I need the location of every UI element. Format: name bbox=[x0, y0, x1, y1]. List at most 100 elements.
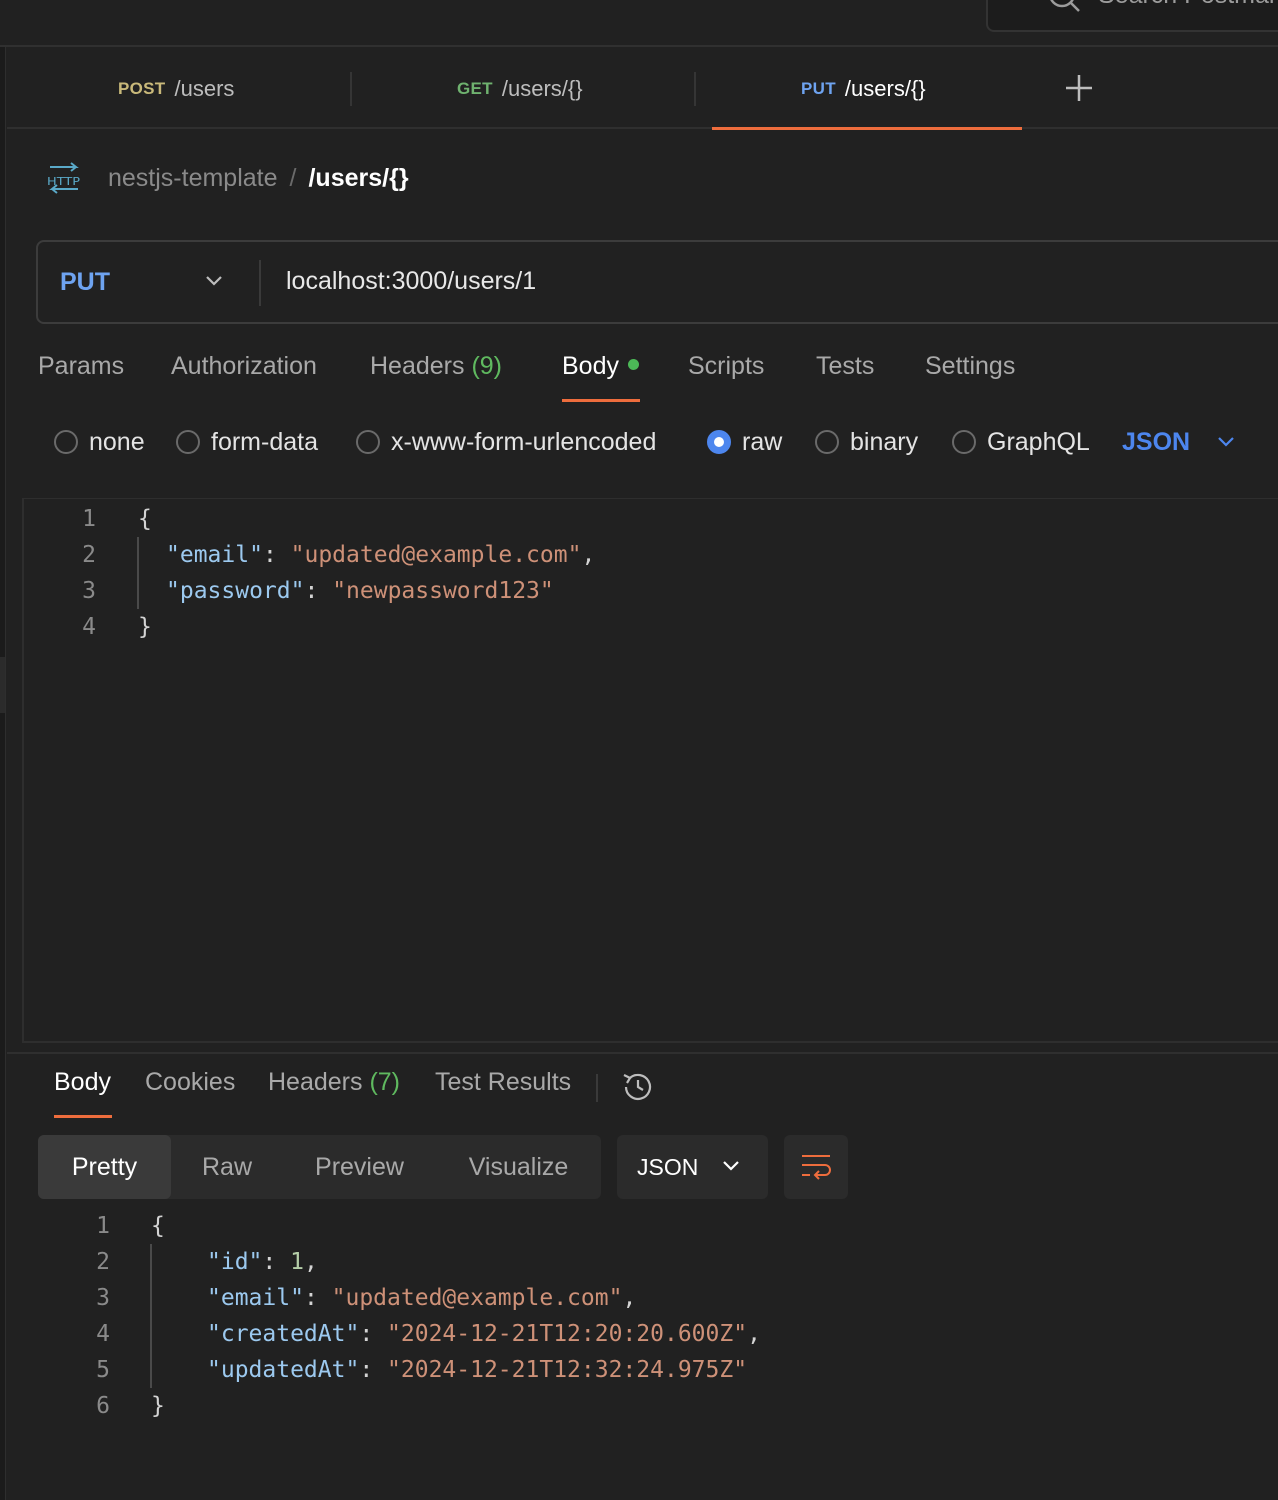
code-token: 1 bbox=[290, 1249, 304, 1275]
resp-tab-test-results[interactable]: Test Results bbox=[435, 1068, 571, 1097]
tab-settings[interactable]: Settings bbox=[925, 352, 1015, 381]
line-number: 4 bbox=[82, 614, 96, 640]
format-preview[interactable]: Preview bbox=[283, 1135, 436, 1199]
breadcrumb-current[interactable]: /users/{} bbox=[308, 164, 408, 193]
http-icon: HTTP bbox=[47, 162, 80, 194]
code-line: { bbox=[151, 1208, 165, 1244]
line-number: 1 bbox=[96, 1213, 110, 1239]
code-line: "createdAt": "2024-12-21T12:20:20.600Z", bbox=[207, 1321, 761, 1347]
url-input[interactable]: localhost:3000/users/1 bbox=[286, 267, 536, 296]
code-token: } bbox=[151, 1393, 165, 1419]
code-line: "email": "updated@example.com", bbox=[166, 542, 596, 568]
code-token: "2024-12-21T12:32:24.975Z" bbox=[387, 1357, 748, 1383]
method-label: PUT bbox=[60, 267, 110, 296]
code-token: { bbox=[151, 1213, 165, 1239]
code-token: "email" bbox=[166, 542, 263, 568]
tab-body[interactable]: Body bbox=[562, 352, 639, 381]
new-tab-plus-icon[interactable] bbox=[1062, 71, 1096, 105]
chevron-down-icon bbox=[206, 276, 222, 286]
format-raw[interactable]: Raw bbox=[171, 1135, 283, 1199]
active-tab-indicator bbox=[712, 127, 1022, 130]
tab-headers-label: Headers bbox=[370, 352, 465, 380]
code-line: { bbox=[138, 501, 152, 537]
tab-tests[interactable]: Tests bbox=[816, 352, 874, 381]
tab-params[interactable]: Params bbox=[38, 352, 124, 381]
tab-put-user[interactable]: PUT /users/{} bbox=[801, 49, 926, 129]
line-number: 5 bbox=[96, 1357, 110, 1383]
code-token: "id" bbox=[207, 1249, 263, 1275]
resp-headers-count: (7) bbox=[369, 1068, 401, 1096]
indent-guide bbox=[137, 537, 139, 609]
mode-raw[interactable]: raw bbox=[707, 424, 782, 460]
tab-post-users[interactable]: POST /users bbox=[118, 49, 234, 129]
mode-urlencoded[interactable]: x-www-form-urlencoded bbox=[356, 424, 656, 460]
code-line: } bbox=[138, 609, 152, 645]
history-icon[interactable] bbox=[620, 1069, 656, 1105]
breadcrumb-workspace[interactable]: nestjs-template bbox=[108, 164, 278, 193]
mode-form-data-label: form-data bbox=[211, 427, 318, 456]
tab-get-user[interactable]: GET /users/{} bbox=[457, 49, 583, 129]
mode-none[interactable]: none bbox=[54, 424, 145, 460]
request-body-editor[interactable]: 1 2 3 4 { "email": "updated@example.com"… bbox=[22, 498, 1278, 1043]
body-language-select[interactable]: JSON bbox=[1122, 424, 1236, 460]
line-number: 3 bbox=[96, 1285, 110, 1311]
request-tab-bar: POST /users GET /users/{} PUT /users/{} bbox=[7, 49, 1278, 130]
code-token: } bbox=[138, 614, 152, 640]
left-rail bbox=[0, 47, 6, 1500]
code-token: "email" bbox=[207, 1285, 304, 1311]
code-token: "updated@example.com" bbox=[331, 1285, 623, 1311]
chevron-down-icon bbox=[723, 1161, 739, 1171]
resp-body-indicator bbox=[54, 1115, 112, 1118]
radio-urlencoded[interactable] bbox=[356, 430, 380, 454]
response-body-viewer[interactable]: 1 2 3 4 5 6 { "id": 1, "email": "updated… bbox=[38, 1208, 1278, 1438]
tab-headers[interactable]: Headers (9) bbox=[370, 352, 502, 381]
body-tab-indicator bbox=[562, 399, 640, 402]
mode-graphql[interactable]: GraphQL bbox=[952, 424, 1090, 460]
url-divider bbox=[259, 260, 261, 306]
mode-urlencoded-label: x-www-form-urlencoded bbox=[391, 427, 657, 456]
code-token: "createdAt" bbox=[207, 1321, 360, 1347]
mode-raw-label: raw bbox=[742, 427, 783, 456]
mode-binary-label: binary bbox=[850, 427, 919, 456]
resp-tab-cookies[interactable]: Cookies bbox=[145, 1068, 235, 1097]
line-number: 3 bbox=[82, 578, 96, 604]
breadcrumb-separator: / bbox=[289, 163, 297, 192]
radio-none[interactable] bbox=[54, 430, 78, 454]
radio-graphql[interactable] bbox=[952, 430, 976, 454]
search-box[interactable]: Search Postman bbox=[986, 0, 1278, 32]
line-number: 1 bbox=[82, 506, 96, 532]
top-bar: Search Postman bbox=[0, 0, 1278, 47]
rail-handle[interactable] bbox=[0, 657, 5, 713]
code-token: "newpassword123" bbox=[332, 578, 554, 604]
code-token: { bbox=[138, 506, 152, 532]
resp-tab-separator bbox=[596, 1074, 598, 1102]
radio-form-data[interactable] bbox=[176, 430, 200, 454]
code-line: "email": "updated@example.com", bbox=[207, 1285, 637, 1311]
response-divider[interactable] bbox=[7, 1052, 1278, 1054]
code-line: "id": 1, bbox=[207, 1249, 318, 1275]
tab-separator bbox=[694, 72, 696, 106]
radio-binary[interactable] bbox=[815, 430, 839, 454]
format-pretty[interactable]: Pretty bbox=[38, 1135, 171, 1199]
tab-authorization[interactable]: Authorization bbox=[171, 352, 317, 381]
tab-body-label: Body bbox=[562, 352, 619, 380]
tab-path: /users/{} bbox=[844, 76, 926, 101]
resp-tab-headers[interactable]: Headers (7) bbox=[268, 1068, 400, 1097]
line-number: 2 bbox=[82, 542, 96, 568]
tab-scripts[interactable]: Scripts bbox=[688, 352, 764, 381]
http-icon-text: HTTP bbox=[47, 175, 80, 188]
format-visualize[interactable]: Visualize bbox=[436, 1135, 601, 1199]
resp-tab-body[interactable]: Body bbox=[54, 1068, 111, 1097]
tab-separator bbox=[350, 72, 352, 106]
resp-tab-headers-label: Headers bbox=[268, 1068, 363, 1096]
code-token: "password" bbox=[166, 578, 305, 604]
body-language-label: JSON bbox=[1122, 427, 1191, 456]
mode-form-data[interactable]: form-data bbox=[176, 424, 318, 460]
mode-binary[interactable]: binary bbox=[815, 424, 918, 460]
code-line: "password": "newpassword123" bbox=[166, 578, 554, 604]
wrap-lines-button[interactable] bbox=[784, 1135, 848, 1199]
radio-raw[interactable] bbox=[707, 430, 731, 454]
method-select[interactable]: PUT bbox=[38, 242, 260, 322]
breadcrumb: HTTP nestjs-template / /users/{} bbox=[46, 158, 409, 198]
response-language-select[interactable]: JSON bbox=[617, 1135, 768, 1199]
